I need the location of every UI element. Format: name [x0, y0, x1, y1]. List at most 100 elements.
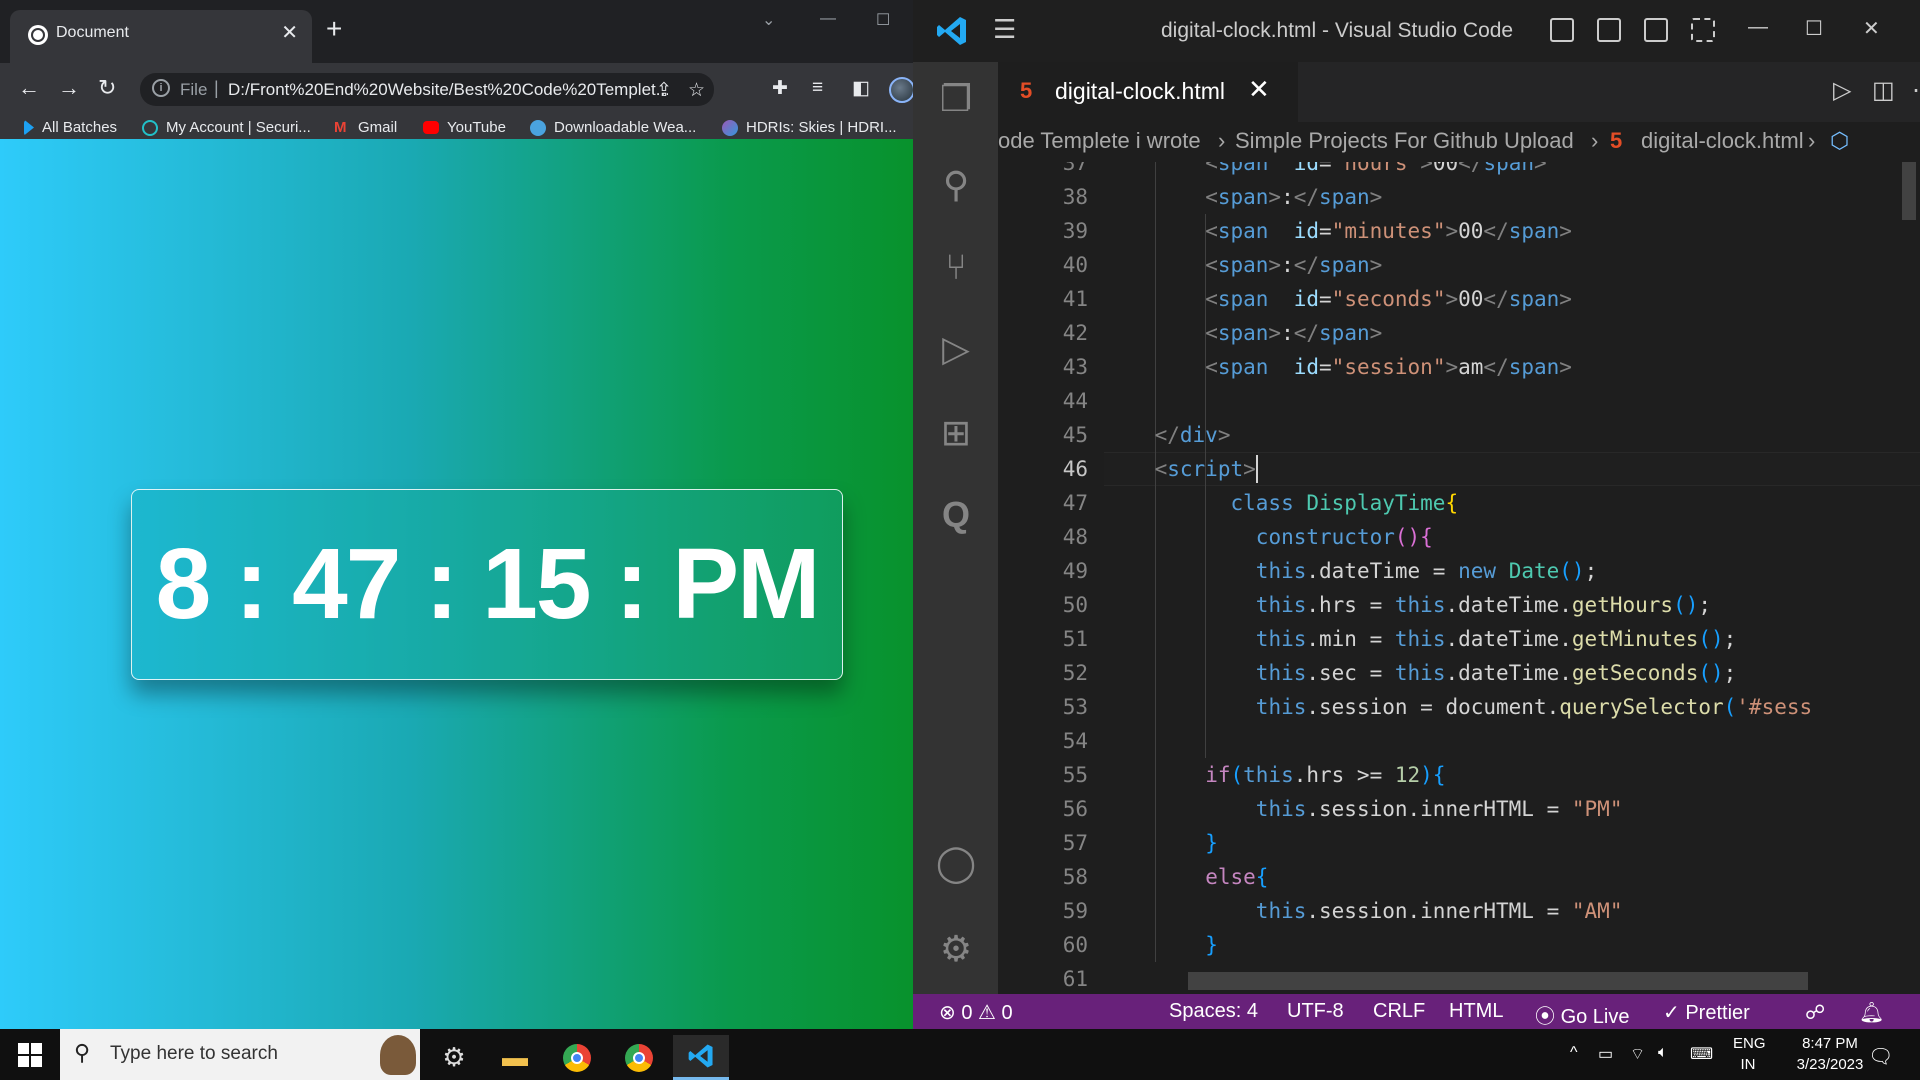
share-icon[interactable]: ⇪ [656, 79, 672, 102]
hamburger-menu-icon[interactable]: ☰ [993, 16, 1016, 42]
new-tab-button[interactable]: + [326, 14, 342, 44]
bookmark-hdris[interactable]: HDRIs: Skies | HDRI... [722, 119, 897, 136]
code-line[interactable]: <script> [1155, 452, 1256, 486]
symbol-element-icon[interactable]: ⬡ [1830, 128, 1849, 154]
code-line[interactable]: <span>:</span> [1205, 248, 1382, 282]
bookmark-my-account[interactable]: My Account | Securi... [142, 119, 311, 136]
close-icon[interactable]: ✕ [1863, 16, 1880, 41]
code-editor[interactable]: 37 38 39 40 41 42 43 44 45 46 47 48 49 50 51 52 53 54 55 56… [998, 162, 1920, 994]
language-status[interactable]: HTML [1449, 1000, 1503, 1023]
battery-icon[interactable]: ▭ [1598, 1044, 1613, 1064]
address-bar[interactable]: i File | D:/Front%20End%20Website/Best%2… [140, 73, 714, 106]
reload-button[interactable]: ↻ [98, 75, 116, 101]
profile-avatar[interactable] [889, 77, 915, 103]
info-icon[interactable]: i [152, 79, 170, 97]
extensions-icon[interactable]: ⊞ [933, 410, 979, 456]
code-line[interactable]: else{ [1205, 860, 1268, 894]
settings-app-icon[interactable]: ⚙ [426, 1035, 482, 1080]
settings-gear-icon[interactable]: ⚙ [933, 926, 979, 972]
taskbar-search[interactable]: ⚲ Type here to search [60, 1029, 420, 1080]
encoding-status[interactable]: UTF-8 [1287, 1000, 1344, 1023]
explorer-icon[interactable]: ❐ [933, 76, 979, 122]
prettier-status[interactable]: ✓ Prettier [1663, 1000, 1750, 1025]
code-line[interactable]: <span id="seconds">00</span> [1205, 282, 1572, 316]
code-line[interactable]: if(this.hrs >= 12){ [1205, 758, 1445, 792]
media-control-icon[interactable]: ≡ [812, 77, 823, 99]
vertical-scrollbar[interactable] [1898, 162, 1920, 994]
toggle-secondary-sidebar-icon[interactable] [1644, 18, 1668, 42]
run-debug-icon[interactable]: ▷ [933, 326, 979, 372]
close-editor-icon[interactable]: ✕ [1248, 74, 1270, 105]
toggle-panel-icon[interactable] [1597, 18, 1621, 42]
scrollbar-thumb[interactable] [1902, 162, 1916, 220]
notifications-bell-icon[interactable]: 🔔︎ [1859, 1000, 1884, 1025]
indentation-status[interactable]: Spaces: 4 [1169, 1000, 1258, 1023]
code-line[interactable]: this.session.innerHTML = "AM" [1256, 894, 1623, 928]
source-control-icon[interactable]: ⑂ [933, 244, 979, 290]
feedback-icon[interactable]: ☍ [1805, 1000, 1825, 1025]
problems-status[interactable]: ⊗ 0 ⚠ 0 [939, 1000, 1013, 1025]
toggle-primary-sidebar-icon[interactable] [1550, 18, 1574, 42]
run-icon[interactable]: ▷ [1833, 76, 1851, 105]
code-line[interactable]: } [1205, 826, 1218, 860]
chrome-profile-app-icon[interactable] [611, 1035, 667, 1080]
bookmark-downloadable-weather[interactable]: Downloadable Wea... [530, 119, 696, 136]
code-line[interactable]: this.dateTime = new Date(); [1256, 554, 1597, 588]
code-line[interactable]: <span>:</span> [1205, 316, 1382, 350]
split-editor-icon[interactable]: ◫ [1872, 76, 1895, 105]
close-tab-icon[interactable]: ✕ [281, 21, 298, 45]
code-line[interactable]: this.sec = this.dateTime.getSeconds(); [1256, 656, 1737, 690]
code-line[interactable]: <span id="session">am</span> [1205, 350, 1572, 384]
customize-layout-icon[interactable] [1691, 18, 1715, 42]
code-line[interactable]: constructor(){ [1256, 520, 1433, 554]
maximize-icon[interactable]: ☐ [876, 10, 890, 30]
chrome-app-icon[interactable] [549, 1035, 605, 1080]
code-line[interactable]: } [1205, 928, 1218, 962]
more-actions-icon[interactable]: ⋯ [1912, 76, 1920, 105]
extensions-icon[interactable]: ✚ [772, 77, 788, 100]
notification-center-icon[interactable]: 🗨︎ [1868, 1044, 1893, 1069]
back-button[interactable]: ← [18, 75, 40, 101]
breadcrumb-item[interactable]: ode Templete i wrote [998, 128, 1201, 154]
code-line[interactable]: </div> [1155, 418, 1231, 452]
code-line[interactable]: this.session = document.querySelector('#… [1256, 690, 1812, 724]
horizontal-scrollbar[interactable] [1188, 972, 1808, 990]
code-line[interactable]: <span>:</span> [1205, 180, 1382, 214]
side-panel-icon[interactable]: ◧ [852, 77, 870, 100]
code-area[interactable]: <span id="hours">00</span> <span>:</span>… [1104, 162, 1920, 994]
bookmark-gmail[interactable]: M Gmail [334, 119, 397, 136]
browser-tab[interactable]: Document ✕ [10, 10, 312, 63]
minimize-icon[interactable]: — [1748, 16, 1768, 39]
minimize-icon[interactable]: — [820, 10, 836, 28]
remote-icon[interactable]: Q [933, 492, 979, 538]
file-explorer-icon[interactable]: ▬ [487, 1035, 543, 1080]
breadcrumb-item[interactable]: digital-clock.html [1641, 128, 1804, 154]
language-indicator[interactable]: ENG [1733, 1035, 1766, 1052]
code-line[interactable]: this.session.innerHTML = "PM" [1256, 792, 1623, 826]
code-line[interactable]: this.min = this.dateTime.getMinutes(); [1256, 622, 1737, 656]
keyboard-icon[interactable]: ⌨ [1690, 1044, 1713, 1064]
code-line[interactable]: <span id="hours">00</span> [1205, 162, 1546, 180]
wifi-icon[interactable]: ⌔ [1630, 1044, 1645, 1064]
windows-start-icon[interactable] [18, 1043, 42, 1067]
bookmark-star-icon[interactable]: ☆ [688, 79, 705, 102]
bookmark-youtube[interactable]: YouTube [423, 119, 506, 136]
maximize-icon[interactable]: ☐ [1805, 16, 1823, 41]
volume-icon[interactable]: 🔈︎ [1658, 1044, 1668, 1062]
code-line[interactable]: <span id="minutes">00</span> [1205, 214, 1572, 248]
breadcrumb-item[interactable]: Simple Projects For Github Upload [1235, 128, 1574, 154]
bookmark-all-batches[interactable]: All Batches [24, 119, 117, 136]
url-text[interactable]: D:/Front%20End%20Website/Best%20Code%20T… [228, 80, 668, 100]
forward-button[interactable]: → [58, 75, 80, 101]
search-icon[interactable]: ⚲ [933, 162, 979, 208]
vscode-app-icon[interactable] [673, 1035, 729, 1080]
editor-tab[interactable]: 5 digital-clock.html ✕ [998, 62, 1298, 122]
tab-search-icon[interactable]: ⌄ [762, 10, 775, 30]
accounts-icon[interactable]: ◯ [933, 840, 979, 886]
go-live-button[interactable]: ⦿ Go Live [1535, 1000, 1630, 1029]
eol-status[interactable]: CRLF [1373, 1000, 1425, 1023]
code-line[interactable]: class DisplayTime{ [1231, 486, 1459, 520]
show-hidden-icons[interactable]: ^ [1570, 1044, 1578, 1062]
code-line[interactable]: this.hrs = this.dateTime.getHours(); [1256, 588, 1711, 622]
region-indicator[interactable]: IN [1733, 1056, 1763, 1073]
